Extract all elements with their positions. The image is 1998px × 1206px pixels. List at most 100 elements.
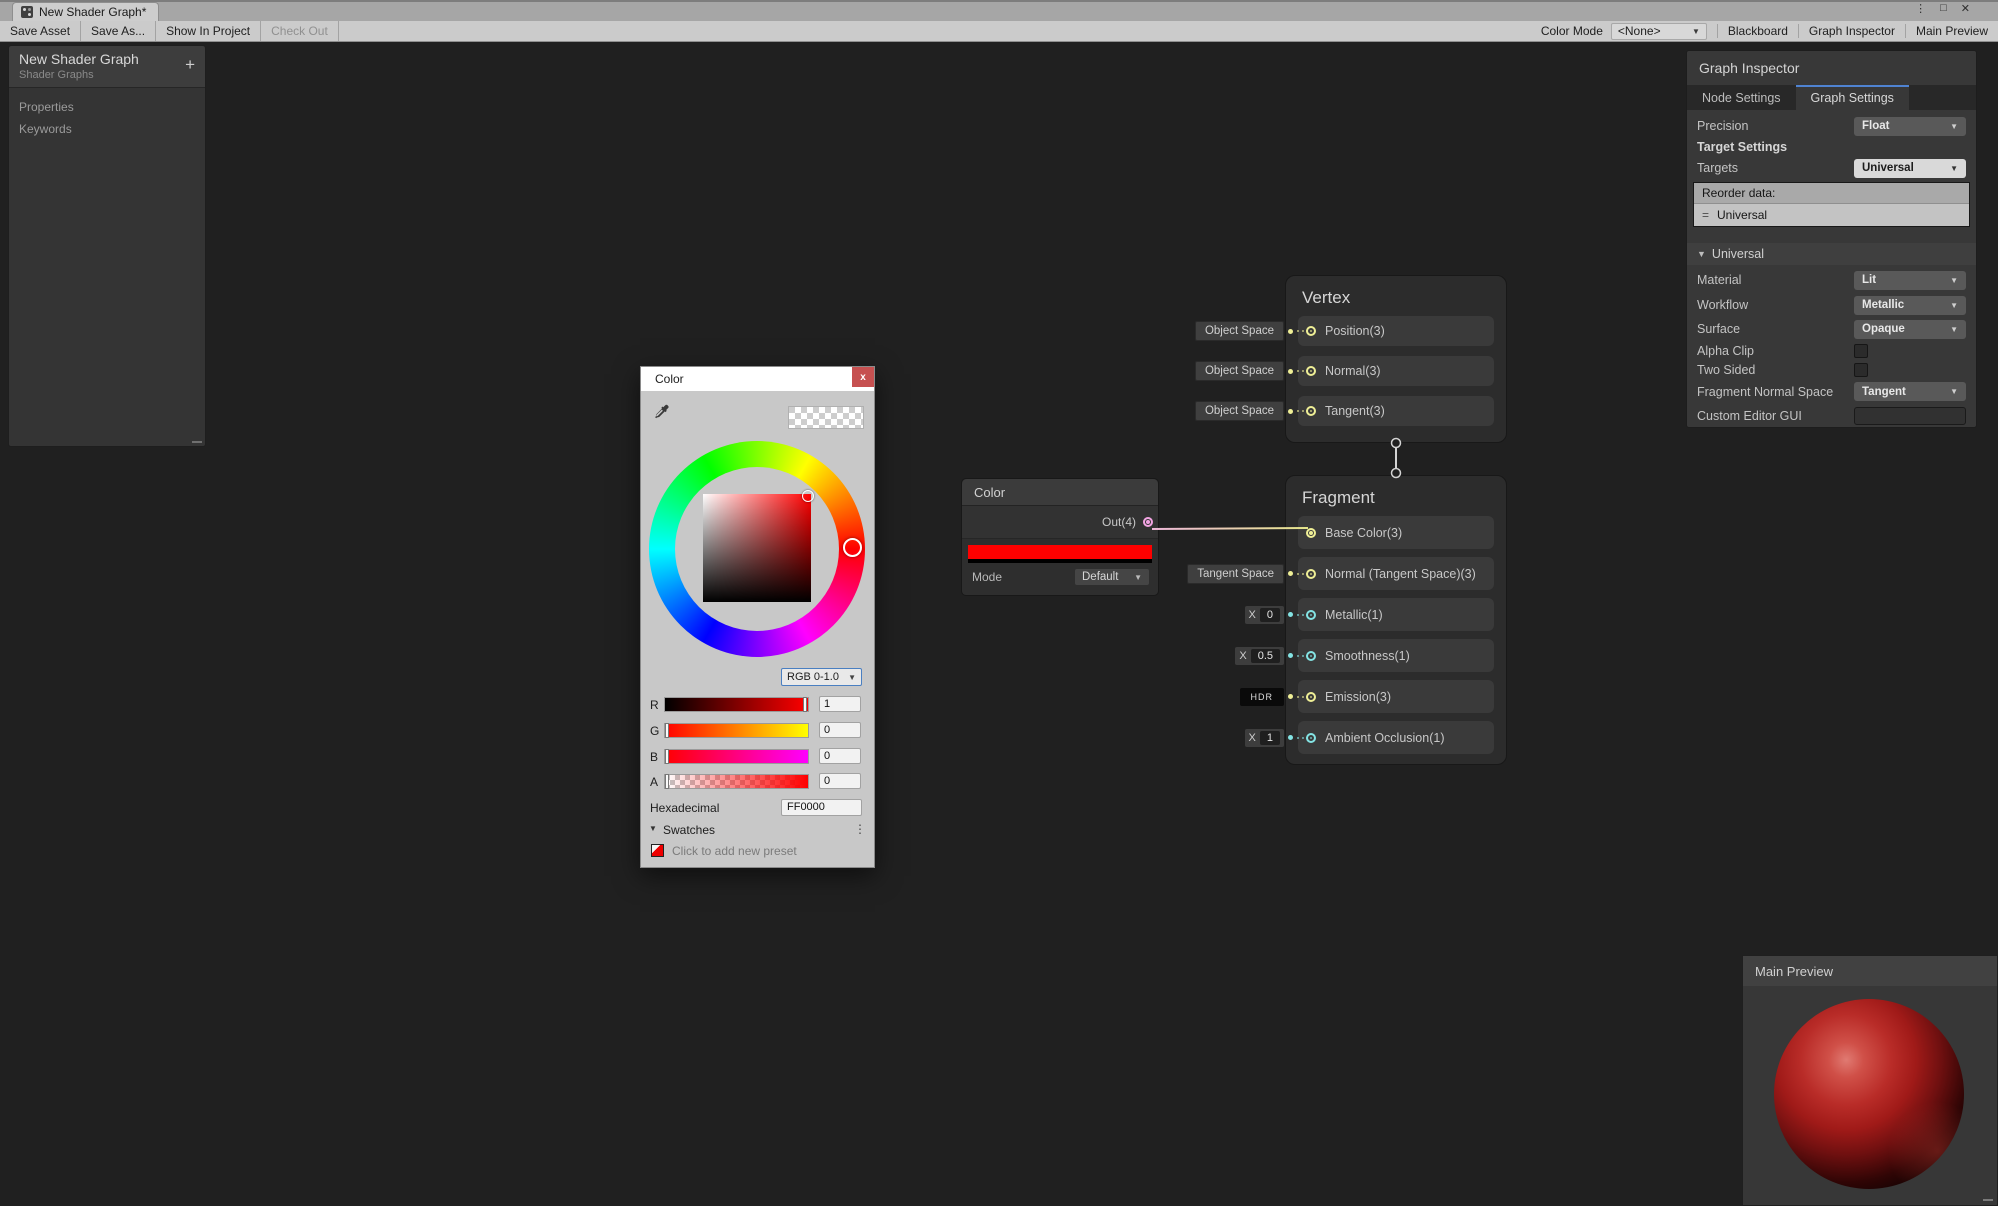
emission-hdr-field[interactable]: HDR bbox=[1240, 688, 1285, 706]
alpha-clip-row: Alpha Clip bbox=[1687, 341, 1976, 360]
fragment-metallic-slot[interactable]: Metallic(1) X 0 bbox=[1298, 598, 1494, 631]
slider-handle[interactable] bbox=[665, 774, 669, 789]
targets-dropdown[interactable]: Universal ▼ bbox=[1854, 159, 1966, 178]
reorder-item-universal[interactable]: = Universal bbox=[1694, 203, 1969, 226]
fragment-smoothness-slot[interactable]: Smoothness(1) X 0.5 bbox=[1298, 639, 1494, 672]
red-slider[interactable] bbox=[664, 697, 809, 712]
save-as-button[interactable]: Save As... bbox=[81, 21, 156, 41]
graph-inspector-toggle-button[interactable]: Graph Inspector bbox=[1798, 24, 1905, 38]
slider-handle[interactable] bbox=[665, 723, 669, 738]
surface-dropdown[interactable]: Opaque ▼ bbox=[1854, 320, 1966, 339]
blue-slider[interactable] bbox=[664, 749, 809, 764]
precision-dropdown[interactable]: Float ▼ bbox=[1854, 117, 1966, 136]
fragment-normal-space-dropdown[interactable]: Tangent ▼ bbox=[1854, 382, 1966, 401]
blackboard-header: New Shader Graph Shader Graphs + bbox=[9, 46, 205, 88]
save-asset-button[interactable]: Save Asset bbox=[0, 21, 81, 41]
position-space-dropdown[interactable]: Object Space bbox=[1195, 321, 1284, 341]
swatches-row: ▼ Swatches ⋮ bbox=[641, 823, 876, 837]
add-property-button[interactable]: + bbox=[185, 56, 195, 73]
eyedropper-icon[interactable] bbox=[653, 403, 670, 423]
blackboard-toggle-button[interactable]: Blackboard bbox=[1717, 24, 1798, 38]
blackboard-resize-grip[interactable] bbox=[192, 441, 202, 443]
color-node-title[interactable]: Color bbox=[962, 479, 1158, 506]
swatches-label[interactable]: Swatches bbox=[663, 823, 715, 837]
add-preset-hint[interactable]: Click to add new preset bbox=[672, 844, 797, 858]
hue-cursor[interactable] bbox=[843, 538, 862, 557]
document-tab[interactable]: New Shader Graph* bbox=[12, 2, 159, 21]
color-picker-titlebar[interactable]: Color x bbox=[641, 367, 874, 391]
slider-handle[interactable] bbox=[803, 697, 807, 712]
metallic-value-field[interactable]: X 0 bbox=[1245, 606, 1284, 624]
vertex-stack-node[interactable]: Vertex Position(3) Object Space Normal(3… bbox=[1285, 275, 1507, 443]
tangent-space-dropdown[interactable]: Object Space bbox=[1195, 401, 1284, 421]
blackboard-section-keywords[interactable]: Keywords bbox=[9, 122, 205, 136]
fragment-ambient-occlusion-slot[interactable]: Ambient Occlusion(1) X 1 bbox=[1298, 721, 1494, 754]
fragment-emission-slot[interactable]: Emission(3) HDR bbox=[1298, 680, 1494, 713]
alpha-slider[interactable] bbox=[664, 774, 809, 789]
color-preset-swatch-icon[interactable] bbox=[651, 844, 664, 857]
foldout-triangle-icon[interactable]: ▼ bbox=[649, 824, 657, 833]
tab-graph-settings[interactable]: Graph Settings bbox=[1796, 85, 1909, 110]
main-preview-toggle-button[interactable]: Main Preview bbox=[1905, 24, 1998, 38]
blue-value-field[interactable]: 0 bbox=[819, 748, 861, 764]
preview-sphere[interactable] bbox=[1774, 999, 1964, 1189]
color-mode-dropdown[interactable]: <None> ▼ bbox=[1611, 23, 1707, 40]
workflow-row: Workflow Metallic ▼ bbox=[1687, 293, 1976, 317]
color-node-swatch[interactable] bbox=[968, 545, 1152, 559]
fragment-stack-node[interactable]: Fragment Base Color(3) Normal (Tangent S… bbox=[1285, 475, 1507, 765]
saturation-value-square[interactable] bbox=[703, 494, 811, 602]
green-value-field[interactable]: 0 bbox=[819, 722, 861, 738]
normal-space-dropdown[interactable]: Tangent Space bbox=[1187, 564, 1284, 584]
two-sided-checkbox[interactable] bbox=[1854, 363, 1868, 377]
rgb-mode-dropdown[interactable]: RGB 0-1.0 ▼ bbox=[781, 668, 862, 686]
close-button[interactable]: x bbox=[852, 367, 874, 387]
alpha-value-field[interactable]: 0 bbox=[819, 773, 861, 789]
check-out-button: Check Out bbox=[261, 21, 339, 41]
out-port[interactable] bbox=[1143, 517, 1153, 527]
material-dropdown[interactable]: Lit ▼ bbox=[1854, 271, 1966, 290]
green-slider[interactable] bbox=[664, 723, 809, 738]
hexadecimal-field[interactable]: FF0000 bbox=[781, 799, 862, 816]
custom-editor-gui-row: Custom Editor GUI bbox=[1687, 404, 1976, 428]
toolbar: Save Asset Save As... Show In Project Ch… bbox=[0, 21, 1998, 42]
blackboard-section-properties[interactable]: Properties bbox=[9, 100, 205, 114]
vertex-normal-slot[interactable]: Normal(3) Object Space bbox=[1298, 356, 1494, 386]
material-row: Material Lit ▼ bbox=[1687, 267, 1976, 293]
mode-label: Mode bbox=[972, 570, 1002, 584]
graph-inspector-title[interactable]: Graph Inspector bbox=[1687, 51, 1976, 85]
graph-canvas[interactable]: New Shader Graph Shader Graphs + Propert… bbox=[0, 42, 1998, 1206]
tab-node-settings[interactable]: Node Settings bbox=[1687, 85, 1796, 110]
mode-dropdown[interactable]: Default ▼ bbox=[1074, 568, 1150, 586]
out-port-label: Out(4) bbox=[1102, 515, 1136, 529]
normal-space-dropdown[interactable]: Object Space bbox=[1195, 361, 1284, 381]
color-node[interactable]: Color Out(4) Mode Default ▼ bbox=[961, 478, 1159, 596]
window-maximize-icon[interactable]: □ bbox=[1940, 2, 1947, 14]
main-preview-title[interactable]: Main Preview bbox=[1743, 956, 1997, 986]
alpha-clip-checkbox[interactable] bbox=[1854, 344, 1868, 358]
red-value-field[interactable]: 1 bbox=[819, 696, 861, 712]
fragment-base-color-slot[interactable]: Base Color(3) bbox=[1298, 516, 1494, 549]
universal-foldout[interactable]: ▼ Universal bbox=[1687, 243, 1976, 265]
kebab-menu-icon[interactable]: ⋮ bbox=[854, 822, 866, 836]
ambient-occlusion-value-field[interactable]: X 1 bbox=[1245, 729, 1284, 747]
vertex-tangent-slot[interactable]: Tangent(3) Object Space bbox=[1298, 396, 1494, 426]
window-close-icon[interactable]: ✕ bbox=[1961, 2, 1970, 15]
main-preview-resize-grip[interactable] bbox=[1983, 1199, 1993, 1201]
smoothness-value-field[interactable]: X 0.5 bbox=[1235, 647, 1284, 665]
fragment-normal-space-row: Fragment Normal Space Tangent ▼ bbox=[1687, 379, 1976, 404]
base-color-port[interactable] bbox=[1306, 528, 1316, 538]
blackboard-subtitle: Shader Graphs bbox=[19, 69, 195, 81]
vertex-node-title: Vertex bbox=[1286, 276, 1506, 316]
color-mode-value: <None> bbox=[1618, 24, 1661, 38]
vertex-position-slot[interactable]: Position(3) Object Space bbox=[1298, 316, 1494, 346]
fragment-normal-slot[interactable]: Normal (Tangent Space)(3) Tangent Space bbox=[1298, 557, 1494, 590]
shader-graph-window: New Shader Graph* ⋮ □ ✕ Save Asset Save … bbox=[0, 0, 1998, 1206]
custom-editor-gui-field[interactable] bbox=[1854, 407, 1966, 425]
workflow-dropdown[interactable]: Metallic ▼ bbox=[1854, 296, 1966, 315]
drag-handle-icon[interactable]: = bbox=[1702, 208, 1709, 222]
show-in-project-button[interactable]: Show In Project bbox=[156, 21, 261, 41]
window-menu-icon[interactable]: ⋮ bbox=[1915, 2, 1926, 15]
widget-connection bbox=[1297, 614, 1312, 616]
slider-handle[interactable] bbox=[665, 749, 669, 764]
sv-cursor[interactable] bbox=[802, 490, 814, 502]
